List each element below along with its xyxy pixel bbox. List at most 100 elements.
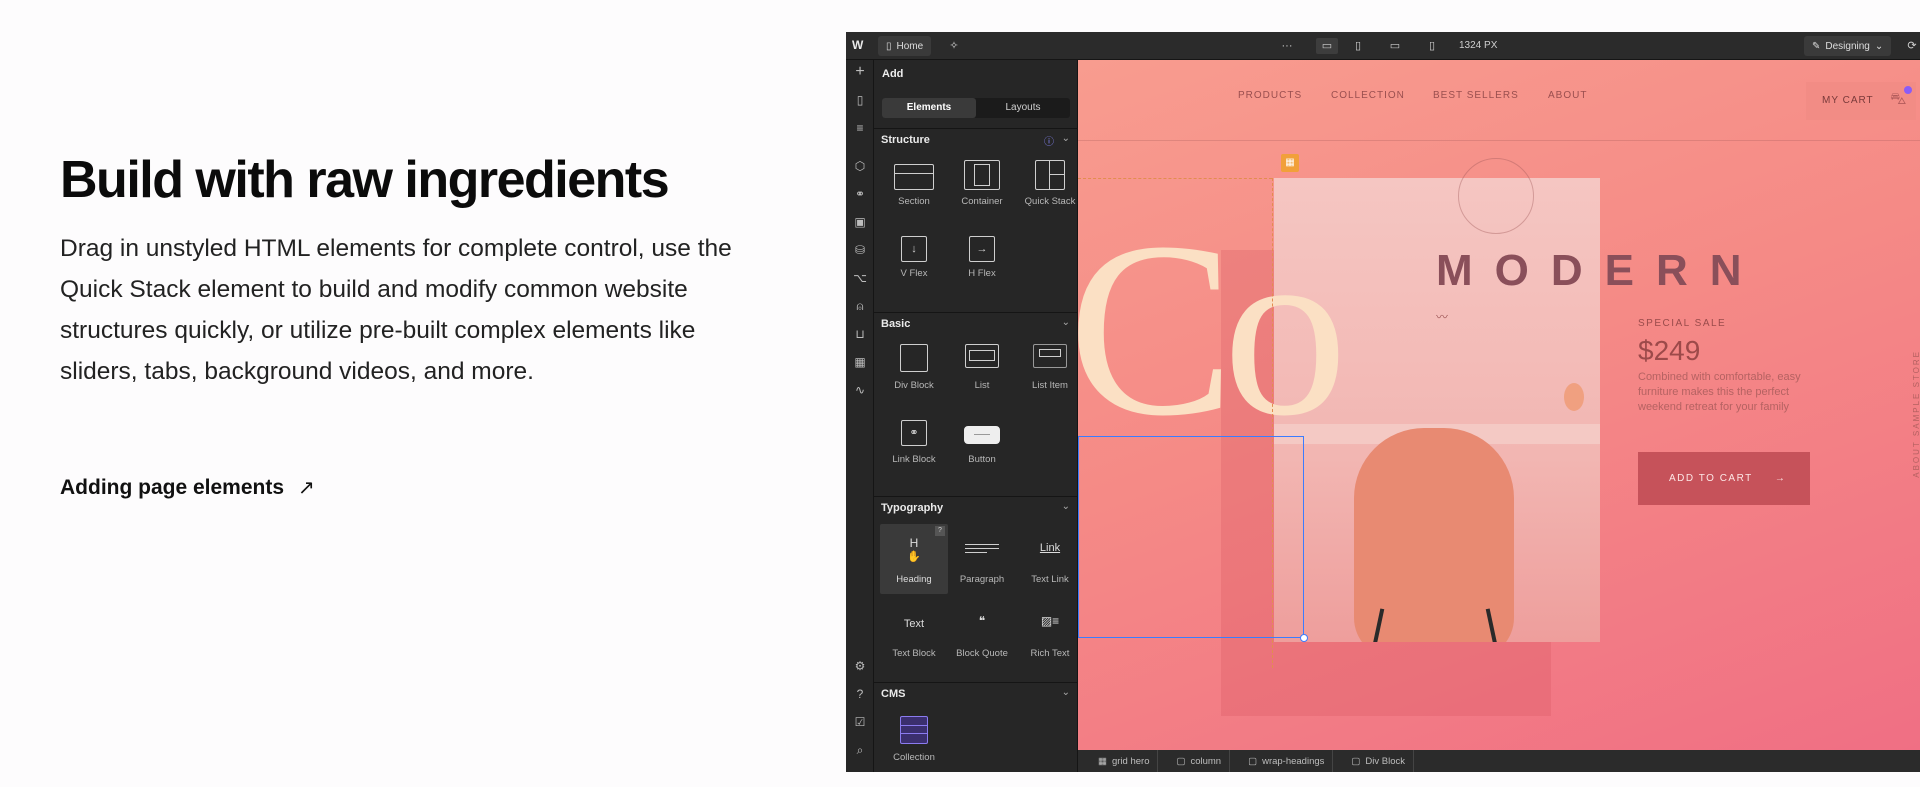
badge-circle <box>1458 158 1534 234</box>
adding-page-elements-link[interactable]: Adding page elements ↗ <box>60 475 315 500</box>
settings-icon[interactable]: ⚙ <box>852 658 868 674</box>
element-text-block[interactable]: Text Text Block <box>880 600 948 670</box>
help-icon[interactable]: ? <box>935 526 945 536</box>
navigator-icon[interactable]: ≡ <box>852 120 868 136</box>
breadcrumb-label: Div Block <box>1365 755 1405 767</box>
page-label: Home <box>896 40 924 52</box>
breadcrumb-item[interactable]: ▢ wrap-headings <box>1240 750 1334 772</box>
breadcrumb-item[interactable]: ▦ grid hero <box>1090 750 1159 772</box>
webflow-logo-icon[interactable]: W <box>852 38 863 52</box>
mode-selector[interactable]: ✎ Designing ⌄ <box>1804 36 1892 56</box>
text-glyph: Text <box>903 618 925 630</box>
desktop-breakpoint-icon[interactable]: ▭ <box>1316 38 1338 54</box>
element-text-link[interactable]: Link Text Link <box>1016 524 1077 594</box>
sale-label: SPECIAL SALE <box>1638 318 1727 329</box>
selection-handle[interactable] <box>1300 634 1308 642</box>
price: $249 <box>1638 335 1701 366</box>
apps-icon[interactable]: ▦ <box>852 354 868 370</box>
breadcrumb-label: column <box>1190 755 1222 767</box>
section-cms[interactable]: CMS ⌄ <box>874 682 1077 704</box>
nav-about[interactable]: ABOUT <box>1548 90 1587 101</box>
element-collection[interactable]: Collection <box>880 708 948 772</box>
share-icon[interactable]: ⟳ <box>1904 38 1920 54</box>
element-label: H Flex <box>968 268 996 279</box>
mode-label: Designing <box>1825 40 1870 52</box>
logic-icon[interactable]: ⌥ <box>852 270 868 286</box>
element-container[interactable]: Container <box>948 152 1016 222</box>
hero-headline: MODERN <box>1436 246 1764 295</box>
breadcrumb-item[interactable]: ▢ Div Block <box>1343 750 1414 772</box>
section-typography-label: Typography <box>881 502 944 514</box>
element-quick-stack[interactable]: Quick Stack <box>1016 152 1077 222</box>
vase <box>1564 383 1584 411</box>
hand-cursor-icon: ✋ <box>907 551 921 563</box>
section-basic[interactable]: Basic ⌄ <box>874 312 1077 334</box>
guide-dash <box>1078 178 1272 179</box>
section-structure[interactable]: Structure ⓘ ⌄ <box>874 128 1077 150</box>
users-icon[interactable]: ⍝ <box>852 298 868 314</box>
breadcrumb-item[interactable]: ▢ column <box>1168 750 1231 772</box>
pages-icon[interactable]: ▯ <box>852 92 868 108</box>
nav-best-sellers[interactable]: BEST SELLERS <box>1433 90 1519 101</box>
audit-icon[interactable]: ☑ <box>852 714 868 730</box>
add-icon[interactable]: + <box>852 64 868 80</box>
assets-icon[interactable]: ▣ <box>852 214 868 230</box>
more-options-icon[interactable]: ··· <box>1279 38 1295 54</box>
add-panel: Add Elements Layouts Structure ⓘ ⌄ Secti… <box>874 60 1078 772</box>
tab-layouts[interactable]: Layouts <box>976 98 1070 118</box>
designer-topbar: W ▯ Home ✧ ··· ▭ ▯ ▭ ▯ 1324 PX ✎ Designi… <box>846 32 1920 60</box>
element-section[interactable]: Section <box>880 152 948 222</box>
heading-glyph: H <box>909 536 919 550</box>
components-icon[interactable]: ⬡ <box>852 158 868 174</box>
search-icon[interactable]: ⌕ <box>852 742 868 758</box>
section-structure-label: Structure <box>881 134 930 146</box>
cart-icon[interactable]: ⛍ <box>1890 90 1907 110</box>
component-icon[interactable]: ▦ <box>1281 154 1299 172</box>
element-rich-text[interactable]: ▨≡ Rich Text <box>1016 600 1077 670</box>
element-block-quote[interactable]: ❝ Block Quote <box>948 600 1016 670</box>
element-h-flex[interactable]: → H Flex <box>948 228 1016 298</box>
element-heading[interactable]: ? H ✋ Heading <box>880 524 948 594</box>
cms-icon[interactable]: ⛁ <box>852 242 868 258</box>
page-selector[interactable]: ▯ Home <box>878 36 932 56</box>
box-icon: ▢ <box>1351 755 1361 767</box>
product-blurb: Combined with comfortable, easy furnitur… <box>1638 371 1801 413</box>
design-canvas[interactable]: PRODUCTS COLLECTION BEST SELLERS ABOUT M… <box>1078 60 1920 750</box>
element-div-block[interactable]: Div Block <box>880 336 948 406</box>
nav-collection[interactable]: COLLECTION <box>1331 90 1405 101</box>
paragraph-icon <box>965 544 999 553</box>
element-label: Heading <box>896 574 932 585</box>
element-paragraph[interactable]: Paragraph <box>948 524 1016 594</box>
element-label: Div Block <box>894 380 934 391</box>
element-label: V Flex <box>900 268 928 279</box>
add-to-cart-button[interactable]: ADD TO CART → <box>1638 452 1810 505</box>
mobile-landscape-icon[interactable]: ▭ <box>1387 38 1403 54</box>
element-label: Container <box>961 196 1003 207</box>
element-list-item[interactable]: List Item <box>1016 336 1077 406</box>
hero-description: Drag in unstyled HTML elements for compl… <box>60 235 732 385</box>
help-icon[interactable]: ? <box>852 686 868 702</box>
selection-box[interactable] <box>1078 436 1304 638</box>
tab-elements[interactable]: Elements <box>882 98 976 118</box>
insights-icon[interactable]: ∿ <box>852 382 868 398</box>
ecommerce-icon[interactable]: ⊔ <box>852 326 868 342</box>
variables-icon[interactable]: ⚭ <box>852 186 868 202</box>
box-icon: ▢ <box>1248 755 1258 767</box>
box-icon: ▢ <box>1176 755 1186 767</box>
element-link-block[interactable]: ⚭ Link Block <box>880 412 948 482</box>
breadcrumb: ▦ grid hero ▢ column ▢ wrap-headings ▢ Div B… <box>1078 750 1920 772</box>
section-typography[interactable]: Typography ⌄ <box>874 496 1077 518</box>
link-icon: ⚭ <box>901 420 927 446</box>
element-list[interactable]: List <box>948 336 1016 406</box>
info-icon[interactable]: ⓘ <box>1044 133 1054 148</box>
element-v-flex[interactable]: ↓ V Flex <box>880 228 948 298</box>
rich-text-icon: ▨≡ <box>1040 614 1060 628</box>
element-button[interactable]: Button <box>948 412 1016 482</box>
nav-products[interactable]: PRODUCTS <box>1238 90 1302 101</box>
tablet-breakpoint-icon[interactable]: ▯ <box>1350 38 1366 54</box>
button-icon <box>964 426 1000 444</box>
element-label: Block Quote <box>956 648 1008 659</box>
magic-wand-icon[interactable]: ✧ <box>946 38 962 54</box>
element-label: Section <box>898 196 930 207</box>
mobile-portrait-icon[interactable]: ▯ <box>1424 38 1440 54</box>
